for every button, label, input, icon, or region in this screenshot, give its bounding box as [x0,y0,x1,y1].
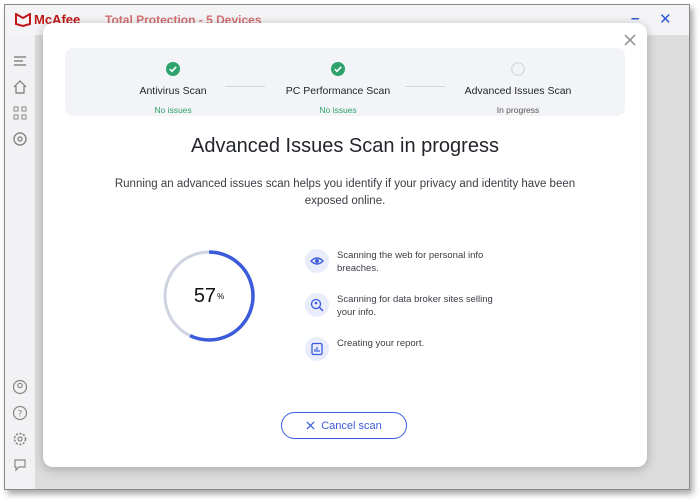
feedback-icon[interactable] [12,457,28,473]
step-antivirus-scan: Antivirus Scan No issues [103,62,243,115]
app-window: McAfee Total Protection - 5 Devices – ✕ … [4,4,690,490]
task-text: Creating your report. [337,338,425,349]
dialog-close-icon[interactable] [623,33,637,47]
step-advanced-issues-scan: Advanced Issues Scan In progress [448,62,588,115]
help-icon[interactable]: ? [12,405,28,421]
step-status: In progress [496,105,540,115]
task-data-brokers: Scanning for data broker sites selling y… [305,293,555,337]
progress-percent: 57 [193,284,217,307]
check-icon [166,62,180,76]
task-text: Scanning for data broker sites selling y… [337,294,493,318]
svg-text:?: ? [18,410,23,420]
scan-task-list: Scanning the web for personal info breac… [305,249,555,381]
pending-circle-icon [511,62,525,76]
search-user-icon [305,293,329,317]
page-title: Advanced Issues Scan in progress [191,135,499,157]
step-status: No issues [319,105,357,115]
menu-icon[interactable] [12,53,28,69]
task-text: Scanning the web for personal info breac… [337,250,484,274]
step-name: Antivirus Scan [139,85,207,97]
scan-steps: Antivirus Scan No issues PC Performance … [65,48,625,116]
apps-grid-icon[interactable] [12,105,28,121]
account-icon[interactable] [12,379,28,395]
report-icon [305,337,329,361]
task-web-breaches: Scanning the web for personal info breac… [305,249,555,293]
scan-description: Running an advanced issues scan helps yo… [114,178,576,207]
progress-unit: % [217,291,225,301]
scan-dialog: Antivirus Scan No issues PC Performance … [43,23,647,467]
check-icon [331,62,345,76]
sidebar: ? [5,35,35,489]
target-icon[interactable] [12,131,28,147]
progress-value: 57% [161,248,257,344]
cancel-scan-label: Cancel scan [321,419,382,432]
step-connector [225,86,265,87]
step-connector [405,86,445,87]
step-status: No issues [154,105,192,115]
step-name: Advanced Issues Scan [464,85,572,97]
settings-icon[interactable] [12,431,28,447]
mcafee-shield-icon [15,12,31,27]
close-icon [306,421,315,430]
cancel-scan-button[interactable]: Cancel scan [281,412,407,439]
window-close-button[interactable]: ✕ [659,10,672,28]
home-icon[interactable] [12,79,28,95]
step-name: PC Performance Scan [285,85,391,97]
step-pc-performance-scan: PC Performance Scan No issues [268,62,408,115]
task-report: Creating your report. [305,337,555,381]
eye-icon [305,249,329,273]
